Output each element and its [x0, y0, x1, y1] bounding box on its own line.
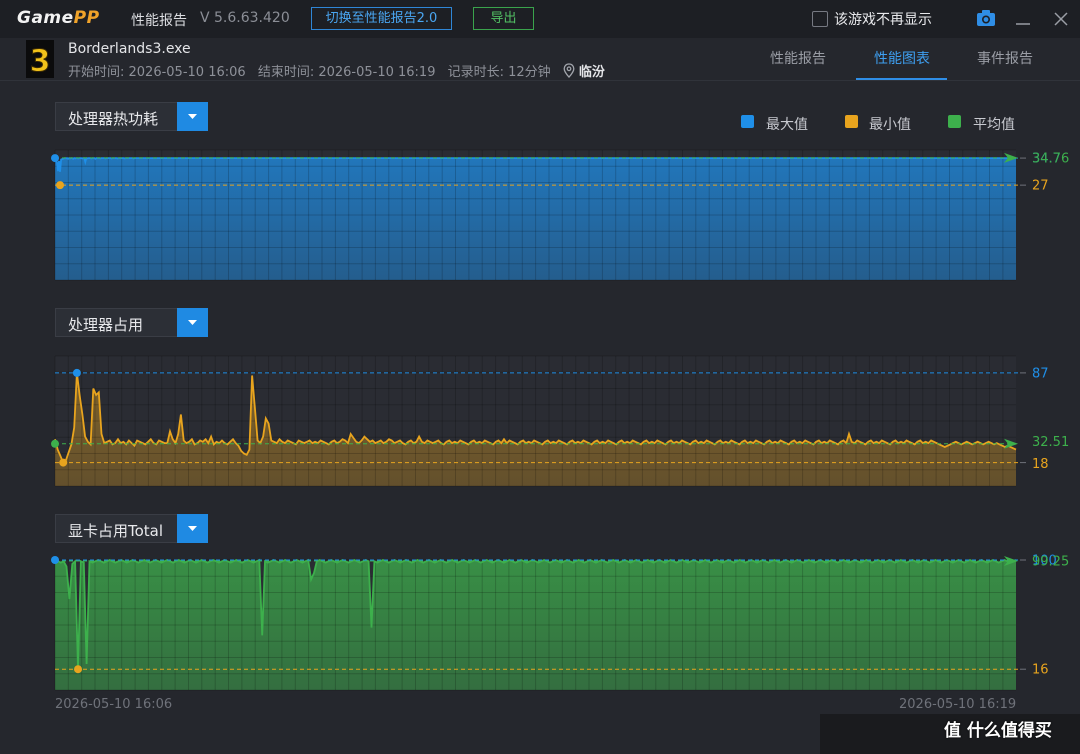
- metric-select-1[interactable]: 处理器热功耗: [55, 102, 208, 131]
- chart-1-min-value: 27: [1032, 179, 1049, 194]
- chevron-down-icon[interactable]: [177, 308, 208, 337]
- metric-select-3[interactable]: 显卡占用Total: [55, 514, 208, 543]
- chart-1-avg-value: 34.76: [1032, 151, 1069, 166]
- chart-2-min-value: 18: [1032, 457, 1049, 472]
- chevron-down-icon[interactable]: [177, 514, 208, 543]
- x-axis-end-label: 2026-05-10 16:19: [899, 697, 1017, 712]
- chart-3-min-value: 16: [1032, 663, 1049, 678]
- chart-2-min-marker: [59, 458, 68, 467]
- chart-3-max-marker: [51, 556, 59, 564]
- legend-min-label: 最小值: [869, 117, 911, 133]
- chart-1-max-marker: [51, 154, 59, 163]
- metric-select-2[interactable]: 处理器占用: [55, 308, 208, 337]
- metric-select-2-label: 处理器占用: [68, 316, 144, 334]
- chart-3-min-marker: [74, 665, 83, 674]
- chart-2-max-value: 87: [1032, 366, 1049, 381]
- chart-2-avg-marker: [51, 439, 59, 448]
- legend-min-swatch: [845, 115, 858, 128]
- chart-1-min-marker: [56, 181, 65, 190]
- x-axis-start-label: 2026-05-10 16:06: [55, 697, 173, 712]
- chart-2-avg-value: 32.51: [1032, 435, 1069, 450]
- watermark: 值 什么值得买: [944, 721, 1052, 741]
- legend-avg-label: 平均值: [973, 117, 1015, 133]
- legend-max-label: 最大值: [766, 117, 808, 133]
- legend-avg-swatch: [948, 115, 961, 128]
- chevron-down-icon[interactable]: [177, 102, 208, 131]
- metric-select-1-label: 处理器热功耗: [68, 110, 159, 128]
- legend-max-swatch: [741, 115, 754, 128]
- metric-select-3-label: 显卡占用Total: [68, 522, 164, 540]
- chart-3-avg-value: 99.25: [1032, 554, 1069, 569]
- chart-2-max-marker: [72, 368, 81, 377]
